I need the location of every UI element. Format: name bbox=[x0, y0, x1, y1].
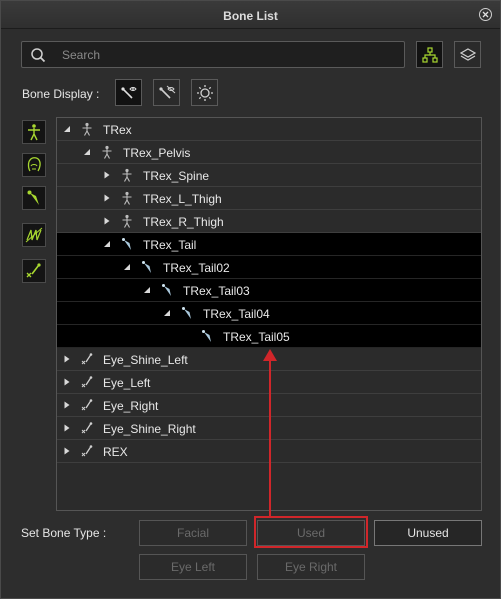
filter-spring-button[interactable] bbox=[22, 223, 46, 247]
humanoid-icon bbox=[122, 214, 132, 228]
close-icon bbox=[482, 11, 489, 18]
tree-row-label: TRex_Pelvis bbox=[123, 146, 191, 160]
close-button[interactable] bbox=[479, 8, 492, 21]
humanoid-icon bbox=[102, 145, 112, 159]
layers-button[interactable] bbox=[454, 41, 481, 68]
filter-head-button[interactable] bbox=[22, 153, 46, 177]
tree-row-label: REX bbox=[103, 445, 128, 459]
collapsed-triangle-icon[interactable] bbox=[63, 424, 71, 432]
tree-row[interactable]: TRex bbox=[57, 118, 481, 141]
expanded-triangle-icon[interactable] bbox=[103, 240, 111, 248]
tree-row-label: TRex_Tail02 bbox=[163, 261, 230, 275]
head-icon bbox=[27, 157, 41, 172]
unused-bone-icon bbox=[81, 422, 93, 434]
bone-display-hide-button[interactable] bbox=[153, 79, 180, 106]
tree-row[interactable]: TRex_Tail04 bbox=[57, 302, 481, 325]
unused-bone-icon bbox=[81, 353, 93, 365]
tree-row[interactable]: TRex_Tail bbox=[57, 233, 481, 256]
bone-icon bbox=[142, 261, 151, 273]
set-bone-type-label: Set Bone Type : bbox=[21, 526, 107, 540]
tree-row-label: TRex bbox=[103, 123, 132, 137]
collapsed-triangle-icon[interactable] bbox=[103, 194, 111, 202]
tree-row-label: Eye_Right bbox=[103, 399, 159, 413]
bone-view-icon bbox=[120, 86, 137, 99]
filter-bone-button[interactable] bbox=[22, 186, 46, 210]
expanded-triangle-icon[interactable] bbox=[143, 286, 151, 294]
unused-bone-icon bbox=[81, 399, 93, 411]
collapsed-triangle-icon[interactable] bbox=[103, 217, 111, 225]
tree-row-label: TRex_Tail05 bbox=[223, 330, 290, 344]
collapsed-triangle-icon[interactable] bbox=[63, 378, 71, 386]
tree-row[interactable]: TRex_R_Thigh bbox=[57, 210, 481, 233]
humanoid-icon bbox=[122, 168, 132, 182]
expanded-triangle-icon[interactable] bbox=[163, 309, 171, 317]
annotation-arrow-line bbox=[269, 357, 271, 517]
search-box[interactable] bbox=[21, 41, 405, 68]
hierarchy-view-button[interactable] bbox=[416, 41, 443, 68]
eye-left-button[interactable]: Eye Left bbox=[139, 554, 247, 580]
annotation-highlight-box bbox=[254, 516, 368, 548]
title-bar: Bone List bbox=[1, 1, 500, 29]
layers-icon bbox=[459, 47, 476, 61]
eye-right-button[interactable]: Eye Right bbox=[257, 554, 365, 580]
tree-row-label: Eye_Shine_Left bbox=[103, 353, 188, 367]
tree-row[interactable]: TRex_L_Thigh bbox=[57, 187, 481, 210]
annotation-arrow-head bbox=[263, 349, 277, 361]
tree-row-label: TRex_Tail bbox=[143, 238, 197, 252]
tree-row[interactable]: TRex_Tail03 bbox=[57, 279, 481, 302]
facial-button[interactable]: Facial bbox=[139, 520, 247, 546]
expanded-triangle-icon[interactable] bbox=[63, 125, 71, 133]
humanoid-icon bbox=[82, 122, 92, 136]
bone-icon bbox=[202, 330, 211, 342]
bone-hide-icon bbox=[158, 85, 175, 99]
tree-row[interactable]: TRex_Spine bbox=[57, 164, 481, 187]
bone-icon bbox=[182, 307, 191, 319]
filter-unused-button[interactable] bbox=[22, 259, 46, 283]
tree-row[interactable]: TRex_Pelvis bbox=[57, 141, 481, 164]
bone-list-window: Bone List Bone Display : bbox=[0, 0, 501, 599]
unused-bone-icon bbox=[81, 445, 93, 457]
hierarchy-icon bbox=[421, 46, 438, 63]
tree-row-label: TRex_L_Thigh bbox=[143, 192, 222, 206]
window-title: Bone List bbox=[223, 9, 278, 23]
unused-bone-icon bbox=[81, 376, 93, 388]
humanoid-icon bbox=[122, 191, 132, 205]
tree-row-label: Eye_Left bbox=[103, 376, 151, 390]
bone-icon bbox=[122, 238, 131, 250]
bone-display-light-button[interactable] bbox=[191, 79, 218, 106]
collapsed-triangle-icon[interactable] bbox=[103, 171, 111, 179]
bone-display-label: Bone Display : bbox=[22, 87, 100, 101]
unused-bone-icon bbox=[26, 263, 41, 278]
filter-humanoid-button[interactable] bbox=[22, 120, 46, 144]
collapsed-triangle-icon[interactable] bbox=[63, 355, 71, 363]
tree-row-label: TRex_Tail04 bbox=[203, 307, 270, 321]
tree-row-label: Eye_Shine_Right bbox=[103, 422, 196, 436]
search-icon bbox=[31, 48, 46, 63]
tree-row-label: TRex_R_Thigh bbox=[143, 215, 224, 229]
unused-button[interactable]: Unused bbox=[374, 520, 482, 546]
spring-icon bbox=[25, 227, 43, 243]
bone-icon bbox=[27, 190, 39, 205]
expanded-triangle-icon[interactable] bbox=[123, 263, 131, 271]
tree-row-label: TRex_Tail03 bbox=[183, 284, 250, 298]
bone-display-view-button[interactable] bbox=[115, 79, 142, 106]
tree-row-label: TRex_Spine bbox=[143, 169, 210, 183]
bone-icon bbox=[162, 284, 171, 296]
tree-row[interactable]: TRex_Tail05 bbox=[57, 325, 481, 348]
sun-icon bbox=[196, 84, 213, 101]
collapsed-triangle-icon[interactable] bbox=[63, 401, 71, 409]
humanoid-icon bbox=[28, 124, 40, 141]
collapsed-triangle-icon[interactable] bbox=[63, 447, 71, 455]
expanded-triangle-icon[interactable] bbox=[83, 148, 91, 156]
search-input[interactable] bbox=[62, 45, 392, 65]
tree-row[interactable]: TRex_Tail02 bbox=[57, 256, 481, 279]
